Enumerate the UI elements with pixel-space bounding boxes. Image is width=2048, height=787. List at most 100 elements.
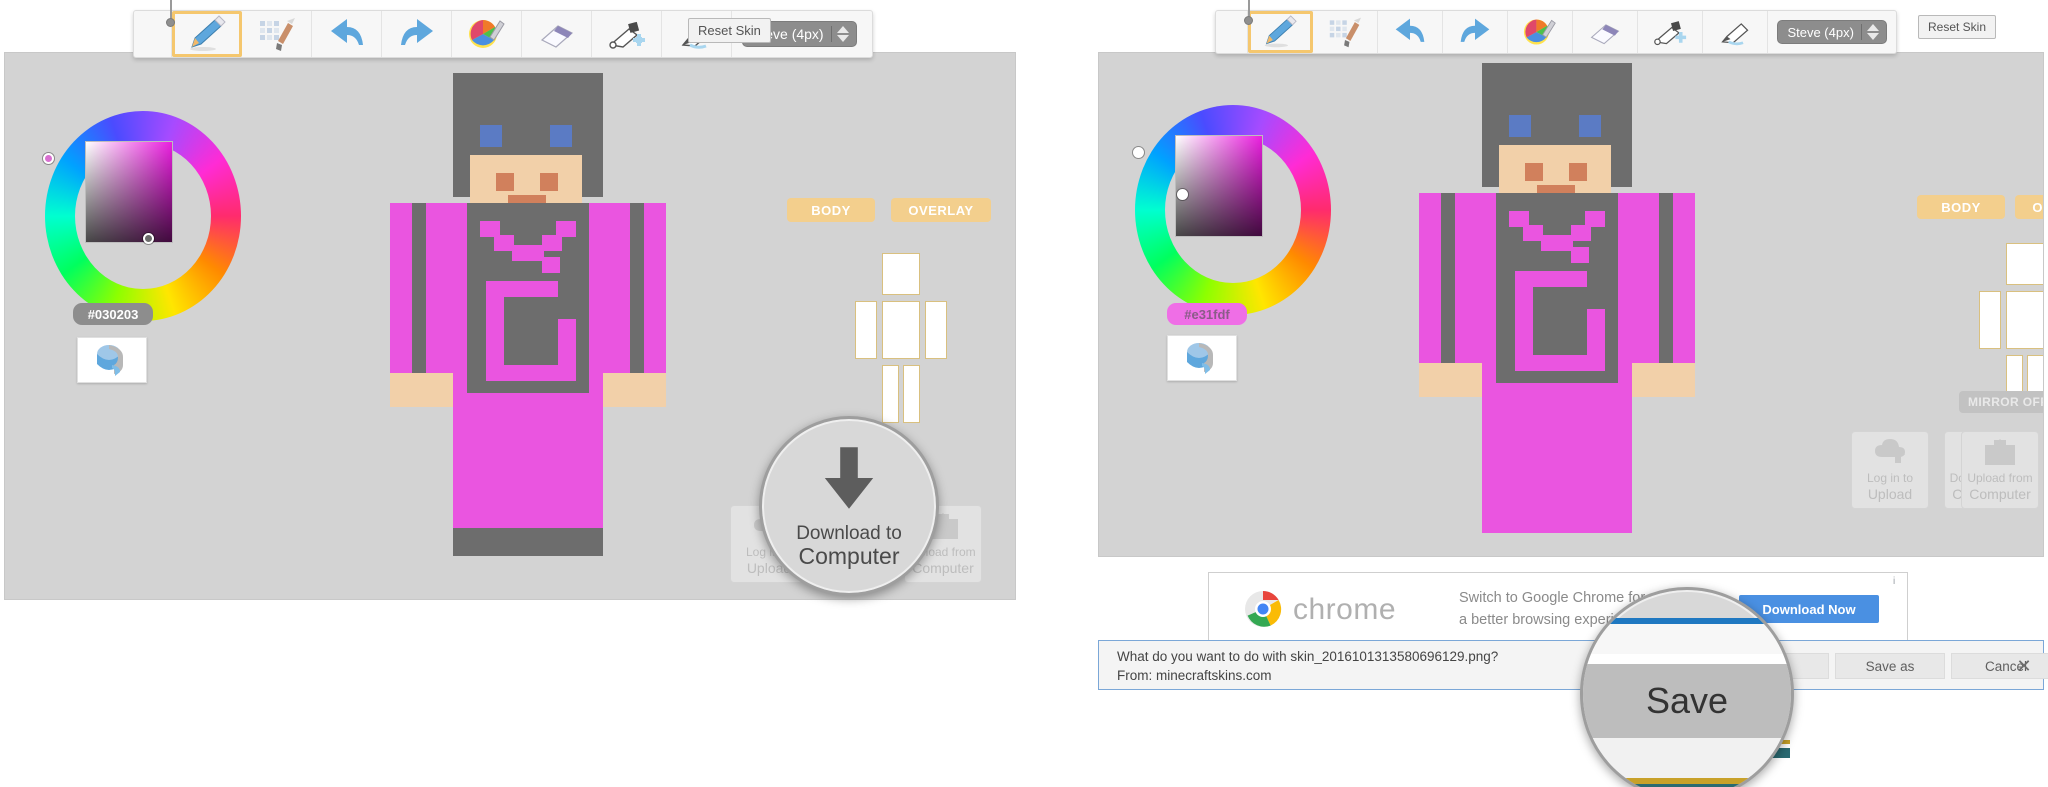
right-reset-skin-button[interactable]: Reset Skin xyxy=(1918,15,1997,39)
left-toolbar-spacer xyxy=(134,11,172,57)
left-redo-tool[interactable] xyxy=(382,11,452,57)
magnifier-line2: Computer xyxy=(798,543,900,570)
right-body-button[interactable]: BODY xyxy=(1917,195,2005,219)
left-overlay-label: OVERLAY xyxy=(908,202,974,218)
left-overlay-button[interactable]: OVERLAY xyxy=(891,198,991,222)
folder-upload-icon xyxy=(1983,432,2017,472)
right-saturation-box[interactable] xyxy=(1175,135,1263,237)
right-highlighter-tool[interactable] xyxy=(1703,11,1769,53)
eraser-icon xyxy=(1586,15,1624,49)
undo-arrow-icon xyxy=(325,15,369,53)
right-toolbar: Steve (4px) xyxy=(1215,10,1897,54)
right-color-picker-tool[interactable] xyxy=(1508,11,1574,53)
left-body-label: BODY xyxy=(811,202,851,218)
magic-wand-icon xyxy=(606,15,648,53)
left-hue-handle[interactable] xyxy=(43,153,54,164)
right-reset-skin-label: Reset Skin xyxy=(1928,20,1987,34)
right-hex-value: #e31fdf xyxy=(1184,306,1230,322)
magnifier-line1: Download to xyxy=(796,522,902,544)
left-pencil-tool[interactable] xyxy=(172,11,242,57)
chrome-promo-banner: chrome Switch to Google Chrome for a bet… xyxy=(1208,572,1908,644)
right-overlay-label: OVERLAY xyxy=(2032,199,2044,215)
right-login-upload-line2: Upload xyxy=(1867,485,1913,502)
left-skin-preview[interactable] xyxy=(390,73,670,599)
chrome-logo-icon xyxy=(1244,590,1282,628)
left-reset-skin-label: Reset Skin xyxy=(698,23,761,38)
eraser-icon xyxy=(536,15,578,53)
right-paint-bucket-icon[interactable] xyxy=(1167,335,1237,381)
left-noise-brush-tool[interactable] xyxy=(242,11,312,57)
right-model-select-spinner[interactable] xyxy=(1860,24,1884,40)
left-body-button[interactable]: BODY xyxy=(787,198,875,222)
right-magic-wand-tool[interactable] xyxy=(1638,11,1704,53)
pencil-icon xyxy=(186,15,228,53)
redo-arrow-icon xyxy=(1455,15,1495,49)
cloud-upload-icon xyxy=(1873,432,1907,472)
magnifier-inner-content: Save xyxy=(1583,590,1791,787)
right-toolbar-pin-head xyxy=(1244,16,1253,25)
left-sv-handle[interactable] xyxy=(143,233,154,244)
right-model-select-control[interactable]: Steve (4px) xyxy=(1777,20,1887,44)
right-skin-preview[interactable] xyxy=(1419,63,1699,556)
undo-arrow-icon xyxy=(1390,15,1430,49)
right-upload-line1: Upload from xyxy=(1967,471,2033,486)
left-upload-line2: Computer xyxy=(912,559,974,576)
left-magic-wand-tool[interactable] xyxy=(592,11,662,57)
pencil-icon xyxy=(1261,15,1299,49)
right-login-upload-button[interactable]: Log in to Upload xyxy=(1851,431,1929,509)
left-model-select-spinner[interactable] xyxy=(830,26,854,42)
spinner-down-icon[interactable] xyxy=(836,35,849,42)
ad-choices-icon[interactable]: i xyxy=(1893,576,1895,587)
right-body-label: BODY xyxy=(1941,199,1981,215)
left-hex-badge[interactable]: #030203 xyxy=(73,303,153,325)
right-model-select[interactable]: Steve (4px) xyxy=(1768,11,1895,53)
spinner-up-icon[interactable] xyxy=(1866,24,1879,31)
spinner-up-icon[interactable] xyxy=(836,26,849,33)
right-undo-tool[interactable] xyxy=(1378,11,1443,53)
right-noise-brush-tool[interactable] xyxy=(1313,11,1378,53)
left-undo-tool[interactable] xyxy=(312,11,382,57)
download-notification-bar: What do you want to do with skin_2016101… xyxy=(1098,640,2048,690)
close-icon[interactable]: ✕ xyxy=(2011,653,2037,679)
right-overlay-button[interactable]: OVERLAY xyxy=(2015,195,2044,219)
right-hue-handle[interactable] xyxy=(1133,147,1144,158)
left-reset-skin-button[interactable]: Reset Skin xyxy=(688,18,771,43)
left-magnifier: Download to Computer xyxy=(759,416,939,596)
noise-brush-icon xyxy=(1326,15,1364,49)
spinner-down-icon[interactable] xyxy=(1866,33,1879,40)
left-color-picker-tool[interactable] xyxy=(452,11,522,57)
noise-brush-icon xyxy=(256,15,298,53)
download-save-as-button[interactable]: Save as xyxy=(1835,653,1945,679)
right-eraser-tool[interactable] xyxy=(1573,11,1639,53)
download-save-as-label: Save as xyxy=(1865,658,1915,674)
download-source-text: From: minecraftskins.com xyxy=(1117,668,1272,683)
redo-arrow-icon xyxy=(395,15,439,53)
right-upload-computer-button[interactable]: Upload from Computer xyxy=(1961,431,2039,509)
left-hex-value: #030203 xyxy=(87,306,139,322)
palette-dropper-icon xyxy=(466,15,508,53)
screenshot-root: #030203 BODY OVERLAY Log in to Upload Up… xyxy=(0,0,2048,787)
download-question: What do you want to do with skin_2016101… xyxy=(1117,647,1498,667)
right-pencil-tool[interactable] xyxy=(1247,11,1313,53)
right-magnifier: Save xyxy=(1580,587,1794,787)
download-source: From: minecraftskins.com xyxy=(1117,666,1272,686)
magic-wand-icon xyxy=(1651,15,1689,49)
left-toolbar-pin-head xyxy=(166,18,175,27)
right-redo-tool[interactable] xyxy=(1443,11,1509,53)
right-mirror-label: MIRROR OFF xyxy=(1968,395,2044,409)
magnifier-download-arrow-icon xyxy=(816,442,882,519)
right-editor-panel: #e31fdf BODY OVERLAY MIRROR OFF xyxy=(1098,52,2044,557)
right-hex-badge[interactable]: #e31fdf xyxy=(1167,303,1247,325)
download-question-text: What do you want to do with skin_2016101… xyxy=(1117,649,1499,664)
magnifier-text: Download to Computer xyxy=(796,523,902,570)
left-eraser-tool[interactable] xyxy=(522,11,592,57)
right-upload-line2: Computer xyxy=(1969,485,2031,502)
right-sv-handle[interactable] xyxy=(1177,189,1188,200)
magnifier-save-label: Save xyxy=(1645,680,1729,721)
right-login-upload-line1: Log in to xyxy=(1866,471,1914,486)
left-paint-bucket-icon[interactable] xyxy=(77,337,147,383)
left-saturation-box[interactable] xyxy=(85,141,173,243)
right-model-select-value: Steve (4px) xyxy=(1787,24,1854,40)
right-mirror-toggle[interactable]: MIRROR OFF xyxy=(1959,391,2044,413)
left-model-wireframe xyxy=(855,253,947,443)
